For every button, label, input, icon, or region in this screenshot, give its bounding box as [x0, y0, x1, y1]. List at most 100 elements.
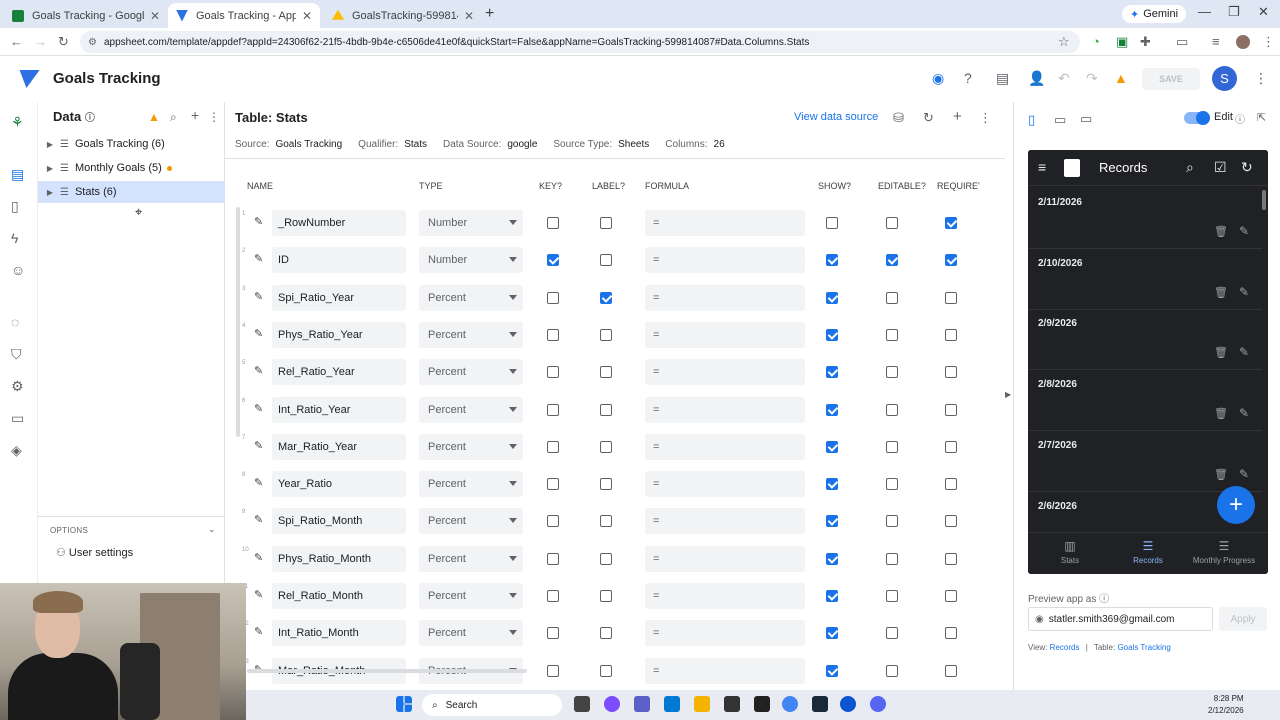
- require-checkbox[interactable]: [945, 254, 957, 267]
- minimize-icon[interactable]: —: [1198, 4, 1211, 19]
- label-checkbox[interactable]: [600, 627, 612, 640]
- column-type-select[interactable]: Percent: [419, 321, 523, 348]
- regenerate-structure-icon[interactable]: ⛁: [893, 110, 904, 126]
- close-icon[interactable]: ✕: [302, 9, 312, 23]
- gemini-button[interactable]: ✦ Gemini: [1122, 5, 1187, 23]
- edit-pencil-icon[interactable]: ✎: [254, 476, 263, 489]
- editable-checkbox[interactable]: [886, 217, 898, 229]
- formula-field[interactable]: =: [645, 359, 805, 386]
- data-table-icon[interactable]: ▤: [11, 166, 24, 183]
- window-close-icon[interactable]: ✕: [1258, 4, 1269, 20]
- editable-checkbox[interactable]: [886, 664, 898, 677]
- label-checkbox[interactable]: [600, 403, 612, 416]
- require-checkbox[interactable]: [945, 366, 957, 379]
- label-checkbox[interactable]: [600, 291, 612, 304]
- require-checkbox[interactable]: [945, 478, 957, 491]
- editable-checkbox[interactable]: [886, 440, 898, 453]
- key-checkbox[interactable]: [547, 552, 559, 565]
- hamburger-menu-icon[interactable]: ≡: [1038, 159, 1046, 175]
- collapse-preview-icon[interactable]: ▶: [1005, 390, 1011, 399]
- column-type-select[interactable]: Percent: [419, 359, 523, 386]
- edit-toggle[interactable]: [1184, 111, 1210, 125]
- formula-field[interactable]: =: [645, 210, 805, 236]
- task-view-icon[interactable]: [574, 696, 590, 712]
- label-checkbox[interactable]: [600, 254, 612, 267]
- delete-trash-icon[interactable]: 🗑: [1214, 286, 1228, 299]
- info-icon[interactable]: ⓘ: [1235, 111, 1245, 126]
- show-checkbox[interactable]: [826, 254, 838, 267]
- warning-icon[interactable]: ▲: [148, 110, 160, 124]
- system-clock[interactable]: 8:28 PM 2/12/2026: [1208, 693, 1244, 717]
- label-checkbox[interactable]: [600, 217, 612, 229]
- user-settings-item[interactable]: ⚇ User settings: [56, 546, 133, 559]
- column-type-select[interactable]: Percent: [419, 545, 523, 572]
- key-checkbox[interactable]: [547, 254, 559, 267]
- column-type-select[interactable]: Percent: [419, 471, 523, 498]
- column-name-field[interactable]: Spi_Ratio_Year: [272, 284, 406, 311]
- open-external-icon[interactable]: ⇱: [1257, 111, 1266, 124]
- share-user-icon[interactable]: 👤: [1028, 70, 1045, 87]
- record-item[interactable]: 2/7/2026 🗑 ✎: [1028, 431, 1262, 492]
- edit-pencil-icon[interactable]: ✎: [254, 513, 263, 526]
- add-record-button[interactable]: +: [1217, 486, 1255, 524]
- show-checkbox[interactable]: [826, 478, 838, 491]
- editable-checkbox[interactable]: [886, 403, 898, 416]
- vertical-scrollbar[interactable]: [236, 207, 240, 437]
- editable-checkbox[interactable]: [886, 366, 898, 379]
- key-checkbox[interactable]: [547, 328, 559, 341]
- show-checkbox[interactable]: [826, 217, 838, 229]
- nav-monthly-progress[interactable]: ☰ Monthly Progress: [1184, 539, 1264, 565]
- show-checkbox[interactable]: [826, 366, 838, 379]
- formula-field[interactable]: =: [645, 396, 805, 423]
- view-link[interactable]: Records: [1050, 643, 1080, 652]
- editable-checkbox[interactable]: [886, 291, 898, 304]
- help-icon[interactable]: ?: [964, 70, 972, 86]
- copilot-icon[interactable]: [604, 696, 620, 712]
- desktop-view-icon[interactable]: ▭: [1080, 111, 1092, 127]
- column-type-select[interactable]: Percent: [419, 396, 523, 423]
- record-item[interactable]: 2/11/2026 🗑 ✎: [1028, 188, 1262, 249]
- tree-item-stats[interactable]: ▶ ☰ Stats (6): [38, 181, 225, 203]
- editable-checkbox[interactable]: [886, 590, 898, 602]
- column-type-select[interactable]: Percent: [419, 433, 523, 460]
- formula-field[interactable]: =: [645, 583, 805, 609]
- outlook-icon[interactable]: [664, 696, 680, 712]
- edit-icon[interactable]: ✎: [1239, 345, 1249, 359]
- browser-tab-appsheet[interactable]: Goals Tracking - AppSheet ✕: [168, 3, 320, 28]
- reload-icon[interactable]: ↻: [58, 34, 69, 50]
- taskbar-search[interactable]: ⌕ Search: [422, 694, 562, 716]
- info-icon[interactable]: ⓘ: [85, 113, 95, 124]
- require-checkbox[interactable]: [945, 291, 957, 304]
- app-icon[interactable]: [754, 696, 770, 712]
- editable-checkbox[interactable]: [886, 328, 898, 341]
- refresh-icon[interactable]: ↻: [923, 110, 934, 126]
- require-checkbox[interactable]: [945, 664, 957, 677]
- docs-icon[interactable]: ▤: [996, 70, 1009, 87]
- edit-icon[interactable]: ✎: [1239, 285, 1249, 299]
- column-name-field[interactable]: Phys_Ratio_Month: [272, 545, 406, 572]
- bookmark-star-icon[interactable]: ☆: [1058, 34, 1070, 50]
- add-column-icon[interactable]: +: [953, 108, 962, 125]
- tree-item-goals-tracking[interactable]: ▶ ☰ Goals Tracking (6): [38, 133, 225, 155]
- bot-icon[interactable]: ☺: [11, 262, 25, 278]
- mobile-view-icon[interactable]: ▯: [1028, 112, 1035, 128]
- views-phone-icon[interactable]: ▯: [11, 198, 19, 215]
- close-icon[interactable]: ✕: [150, 9, 160, 23]
- kebab-menu-icon[interactable]: ⋮: [1262, 34, 1275, 50]
- edit-pencil-icon[interactable]: ✎: [254, 290, 263, 303]
- info-icon[interactable]: ⓘ: [1099, 594, 1109, 605]
- kebab-menu-icon[interactable]: ⋮: [208, 110, 220, 124]
- edit-icon[interactable]: ✎: [1239, 224, 1249, 238]
- column-type-select[interactable]: Percent: [419, 284, 523, 311]
- require-checkbox[interactable]: [945, 515, 957, 528]
- site-info-icon[interactable]: ⚙: [88, 37, 97, 48]
- delete-trash-icon[interactable]: 🗑: [1214, 225, 1228, 238]
- show-checkbox[interactable]: [826, 590, 838, 602]
- column-type-select[interactable]: Percent: [419, 583, 523, 609]
- url-input[interactable]: ⚙ appsheet.com/template/appdef?appId=243…: [80, 31, 1080, 53]
- phone-scrollbar[interactable]: [1262, 190, 1266, 210]
- formula-field[interactable]: =: [645, 620, 805, 647]
- key-checkbox[interactable]: [547, 440, 559, 453]
- browser-tab-drive[interactable]: GoalsTracking-599814087 - Go ✕: [324, 3, 482, 28]
- require-checkbox[interactable]: [945, 627, 957, 640]
